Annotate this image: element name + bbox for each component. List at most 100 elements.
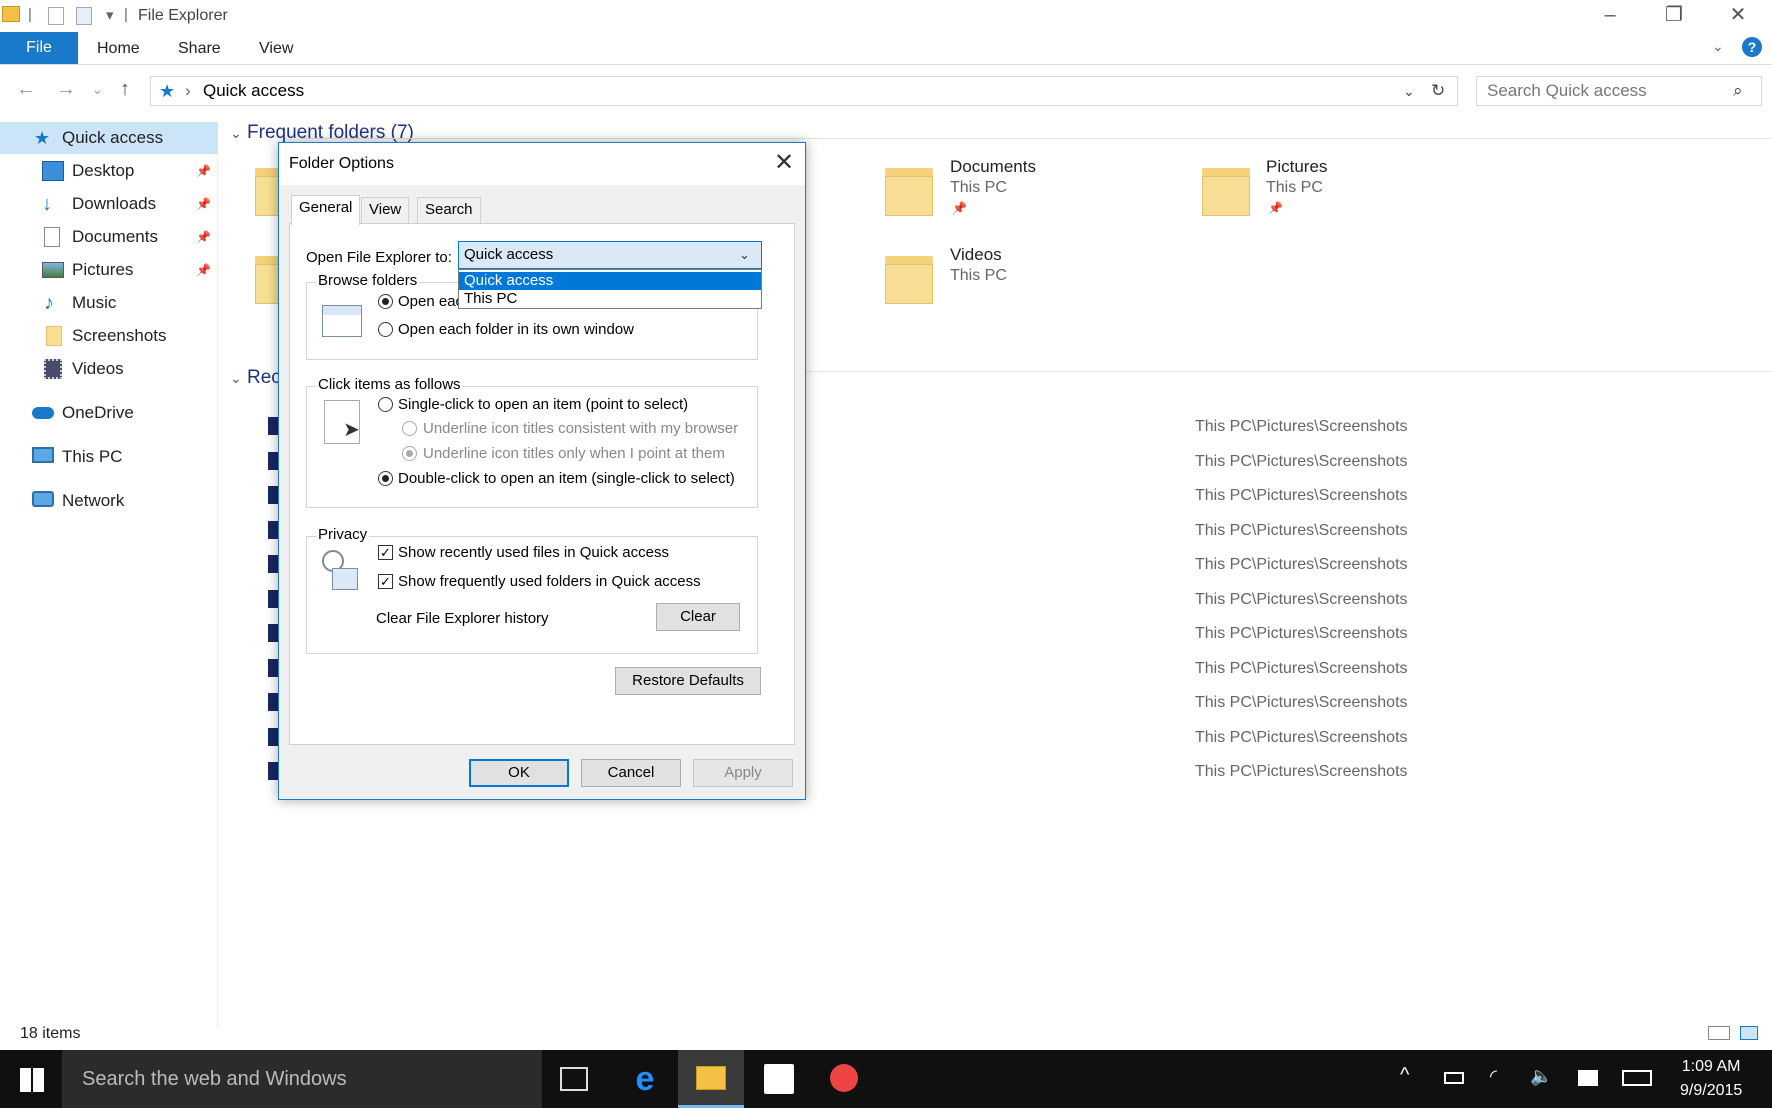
- pin-icon: 📌: [196, 164, 211, 178]
- dropdown-chevron-icon[interactable]: ⌄: [739, 242, 750, 268]
- show-frequent-folders-checkbox[interactable]: ✓: [378, 574, 393, 589]
- underline-point-label[interactable]: Underline icon titles only when I point …: [423, 445, 725, 462]
- recent-file-path: This PC\Pictures\Screenshots: [1195, 487, 1408, 504]
- breadcrumb-quick-access[interactable]: Quick access: [203, 77, 304, 105]
- dialog-title: Folder Options: [289, 155, 394, 172]
- tab-view[interactable]: View: [259, 40, 293, 58]
- recent-file-path: This PC\Pictures\Screenshots: [1195, 453, 1408, 470]
- volume-icon[interactable]: 🔈: [1530, 1066, 1552, 1087]
- cancel-button[interactable]: Cancel: [581, 759, 681, 787]
- tab-search[interactable]: Search: [417, 197, 481, 223]
- open-to-dropdown-list: Quick access This PC: [458, 269, 762, 309]
- sidebar-item-label: This PC: [62, 447, 123, 466]
- clear-button[interactable]: Clear: [656, 603, 740, 631]
- address-bar[interactable]: ★ › Quick access ⌄ ↻: [150, 76, 1458, 106]
- sidebar-item-onedrive[interactable]: OneDrive: [0, 397, 218, 429]
- underline-browser-radio[interactable]: [402, 421, 417, 436]
- minimize-button[interactable]: –: [1578, 0, 1642, 32]
- double-click-radio[interactable]: [378, 471, 393, 486]
- windows-start-icon[interactable]: [20, 1068, 44, 1092]
- tab-share[interactable]: Share: [178, 40, 221, 58]
- clock-time: 1:09 AM: [1681, 1058, 1741, 1075]
- expand-ribbon-chevron-icon[interactable]: ⌄: [1712, 38, 1724, 55]
- sidebar-item-desktop[interactable]: Desktop 📌: [0, 155, 218, 187]
- wifi-icon[interactable]: ◜: [1490, 1066, 1497, 1087]
- help-icon[interactable]: ?: [1742, 37, 1762, 57]
- sidebar-item-music[interactable]: ♪ Music: [0, 287, 218, 319]
- action-center-icon[interactable]: [1578, 1070, 1598, 1086]
- sidebar-item-downloads[interactable]: ↓ Downloads 📌: [0, 188, 218, 220]
- frequent-folders-title: Frequent folders (7): [247, 122, 414, 143]
- underline-browser-label[interactable]: Underline icon titles consistent with my…: [423, 420, 738, 437]
- sidebar-item-pictures[interactable]: Pictures 📌: [0, 254, 218, 286]
- show-recent-files-checkbox[interactable]: ✓: [378, 545, 393, 560]
- refresh-icon[interactable]: ↻: [1431, 77, 1445, 105]
- ok-button[interactable]: OK: [469, 759, 569, 787]
- paint-app-icon[interactable]: [830, 1064, 858, 1092]
- restore-button[interactable]: ❐: [1642, 0, 1706, 32]
- browse-own-window-label[interactable]: Open each folder in its own window: [398, 321, 634, 338]
- search-placeholder: Search Quick access: [1487, 81, 1647, 100]
- double-click-label[interactable]: Double-click to open an item (single-cli…: [398, 470, 735, 487]
- new-folder-icon[interactable]: [76, 7, 92, 25]
- show-frequent-folders-label[interactable]: Show frequently used folders in Quick ac…: [398, 573, 701, 590]
- properties-icon[interactable]: [48, 7, 64, 25]
- single-click-radio[interactable]: [378, 397, 393, 412]
- dropdown-option-quick-access[interactable]: Quick access: [459, 272, 761, 290]
- dialog-close-icon[interactable]: ✕: [767, 149, 801, 179]
- single-click-label[interactable]: Single-click to open an item (point to s…: [398, 396, 688, 413]
- window-title: File Explorer: [138, 7, 228, 24]
- browse-same-window-radio[interactable]: [378, 294, 393, 309]
- folder-name[interactable]: Documents: [950, 157, 1036, 177]
- clock[interactable]: 1:09 AM 9/9/2015: [1680, 1055, 1742, 1103]
- underline-point-radio[interactable]: [402, 446, 417, 461]
- window-illustration-icon: [322, 305, 362, 337]
- close-button[interactable]: ✕: [1706, 0, 1770, 32]
- recent-locations-chevron-icon[interactable]: ⌄: [92, 82, 103, 98]
- edge-browser-icon[interactable]: e: [630, 1062, 660, 1096]
- file-explorer-taskbar-button[interactable]: [678, 1050, 744, 1108]
- folder-name[interactable]: Pictures: [1266, 157, 1327, 177]
- up-arrow-icon[interactable]: ↑: [120, 78, 130, 101]
- show-recent-files-label[interactable]: Show recently used files in Quick access: [398, 544, 669, 561]
- keyboard-icon[interactable]: [1622, 1070, 1652, 1086]
- task-view-icon[interactable]: [560, 1067, 588, 1091]
- sidebar-item-network[interactable]: Network: [0, 485, 218, 517]
- videos-folder-icon[interactable]: [885, 250, 935, 304]
- tab-general[interactable]: General: [291, 195, 361, 225]
- tab-file[interactable]: File: [0, 32, 78, 64]
- search-icon[interactable]: ⌕: [1733, 77, 1743, 105]
- search-input[interactable]: Search Quick access ⌕: [1476, 76, 1762, 106]
- sidebar-item-videos[interactable]: Videos: [0, 353, 218, 385]
- details-view-icon[interactable]: [1708, 1026, 1730, 1040]
- back-arrow-icon[interactable]: ←: [16, 78, 36, 101]
- open-to-dropdown[interactable]: Quick access ⌄: [458, 241, 762, 269]
- sidebar-item-this-pc[interactable]: This PC: [0, 441, 218, 473]
- dropdown-option-this-pc[interactable]: This PC: [459, 290, 761, 308]
- sidebar-item-documents[interactable]: Documents 📌: [0, 221, 218, 253]
- tab-view[interactable]: View: [361, 197, 410, 223]
- browse-own-window-radio[interactable]: [378, 322, 393, 337]
- sidebar-item-quick-access[interactable]: ★ Quick access: [0, 122, 218, 154]
- show-hidden-icons-chevron-icon[interactable]: ^: [1400, 1064, 1409, 1087]
- address-dropdown-chevron-icon[interactable]: ⌄: [1403, 77, 1415, 105]
- tab-home[interactable]: Home: [97, 40, 140, 58]
- folder-name[interactable]: Videos: [950, 245, 1002, 265]
- collapse-chevron-icon[interactable]: ⌄: [230, 370, 242, 386]
- battery-icon[interactable]: [1444, 1072, 1464, 1084]
- taskbar-search-box[interactable]: Search the web and Windows: [62, 1050, 542, 1108]
- breadcrumb-separator-icon[interactable]: ›: [185, 77, 191, 105]
- store-icon[interactable]: [764, 1064, 794, 1094]
- recent-files-header[interactable]: ⌄ Rec: [230, 367, 281, 389]
- documents-folder-icon[interactable]: [885, 162, 935, 216]
- collapse-chevron-icon[interactable]: ⌄: [230, 125, 242, 141]
- pictures-folder-icon[interactable]: [1202, 162, 1252, 216]
- apply-button[interactable]: Apply: [693, 759, 793, 787]
- customize-toolbar-chevron-icon[interactable]: ▾: [106, 6, 114, 24]
- forward-arrow-icon[interactable]: →: [56, 78, 76, 101]
- frequent-folders-header[interactable]: ⌄ Frequent folders (7): [230, 122, 414, 144]
- large-icons-view-icon[interactable]: [1740, 1026, 1758, 1040]
- sidebar-item-screenshots[interactable]: Screenshots: [0, 320, 218, 352]
- pointer-icon: ➤: [343, 419, 360, 441]
- restore-defaults-button[interactable]: Restore Defaults: [615, 667, 761, 695]
